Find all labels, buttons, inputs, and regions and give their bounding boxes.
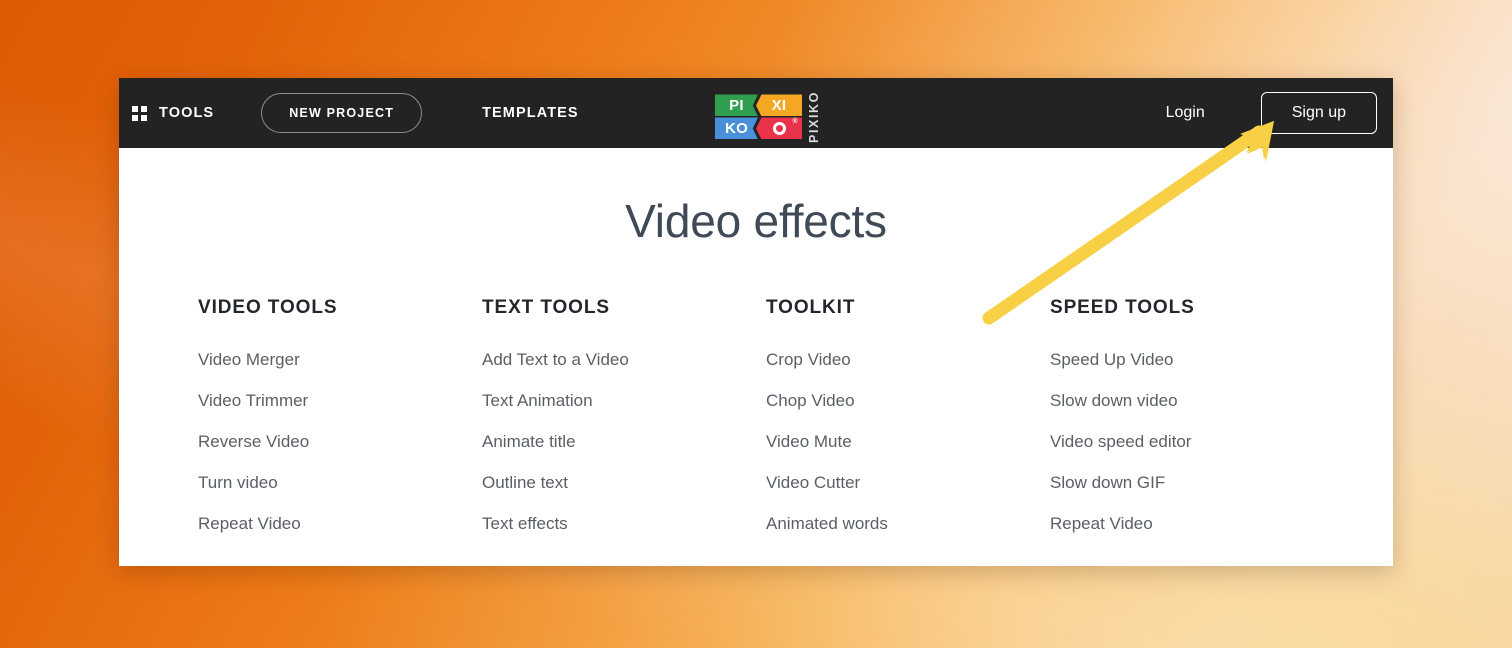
top-navigation-bar: TOOLS NEW PROJECT TEMPLATES PI XI KO ® P…	[119, 78, 1393, 148]
column-heading: TOOLKIT	[766, 297, 856, 318]
sign-up-button[interactable]: Sign up	[1260, 92, 1377, 134]
tool-columns: VIDEO TOOLS Video Merger Video Trimmer R…	[198, 297, 1334, 555]
tool-column-toolkit: TOOLKIT Crop Video Chop Video Video Mute…	[766, 297, 1050, 555]
nav-left-group: TOOLS NEW PROJECT TEMPLATES	[119, 93, 579, 133]
tool-link[interactable]: Animate title	[482, 432, 766, 452]
tool-link[interactable]: Animated words	[766, 514, 1050, 534]
tool-link[interactable]: Repeat Video	[1050, 514, 1334, 534]
logo-tile-xi: XI	[756, 94, 802, 117]
new-project-button[interactable]: NEW PROJECT	[261, 93, 423, 133]
tool-link[interactable]: Speed Up Video	[1050, 350, 1334, 370]
logo-tile-pi: PI	[715, 94, 758, 117]
logo-vertical-wordmark: PIXIKO	[807, 91, 821, 143]
tool-link[interactable]: Chop Video	[766, 391, 1050, 411]
website-panel: TOOLS NEW PROJECT TEMPLATES PI XI KO ® P…	[119, 78, 1393, 566]
o-ring-icon	[772, 121, 786, 135]
tool-link[interactable]: Slow down video	[1050, 391, 1334, 411]
logo-tile-ko: KO	[715, 117, 758, 140]
tool-link[interactable]: Video speed editor	[1050, 432, 1334, 452]
main-content: Video effects VIDEO TOOLS Video Merger V…	[119, 148, 1393, 566]
tool-link[interactable]: Text Animation	[482, 391, 766, 411]
tool-link[interactable]: Slow down GIF	[1050, 473, 1334, 493]
tool-column-speed-tools: SPEED TOOLS Speed Up Video Slow down vid…	[1050, 297, 1334, 555]
login-link[interactable]: Login	[1166, 104, 1205, 122]
tool-link[interactable]: Turn video	[198, 473, 482, 493]
templates-nav-link[interactable]: TEMPLATES	[482, 105, 579, 121]
column-heading: TEXT TOOLS	[482, 297, 610, 318]
nav-right-group: Login Sign up	[1166, 78, 1377, 148]
tool-link[interactable]: Add Text to a Video	[482, 350, 766, 370]
registered-mark: ®	[792, 118, 798, 126]
tool-link[interactable]: Text effects	[482, 514, 766, 534]
tool-link[interactable]: Video Merger	[198, 350, 482, 370]
logo-tiles: PI XI KO ®	[715, 94, 802, 140]
tool-link[interactable]: Video Mute	[766, 432, 1050, 452]
column-heading: SPEED TOOLS	[1050, 297, 1195, 318]
pixiko-logo[interactable]: PI XI KO ® PIXIKO	[715, 91, 821, 143]
tool-link[interactable]: Video Trimmer	[198, 391, 482, 411]
column-heading: VIDEO TOOLS	[198, 297, 338, 318]
logo-tile-o: ®	[756, 117, 802, 140]
page-title: Video effects	[625, 195, 887, 247]
tool-link[interactable]: Crop Video	[766, 350, 1050, 370]
tool-link[interactable]: Video Cutter	[766, 473, 1050, 493]
tool-column-video-tools: VIDEO TOOLS Video Merger Video Trimmer R…	[198, 297, 482, 555]
tool-link[interactable]: Outline text	[482, 473, 766, 493]
tool-link[interactable]: Repeat Video	[198, 514, 482, 534]
tool-link[interactable]: Reverse Video	[198, 432, 482, 452]
tools-label: TOOLS	[159, 105, 215, 121]
grid-2x2-icon	[132, 105, 147, 121]
tools-menu-button[interactable]: TOOLS	[132, 105, 214, 121]
tool-column-text-tools: TEXT TOOLS Add Text to a Video Text Anim…	[482, 297, 766, 555]
